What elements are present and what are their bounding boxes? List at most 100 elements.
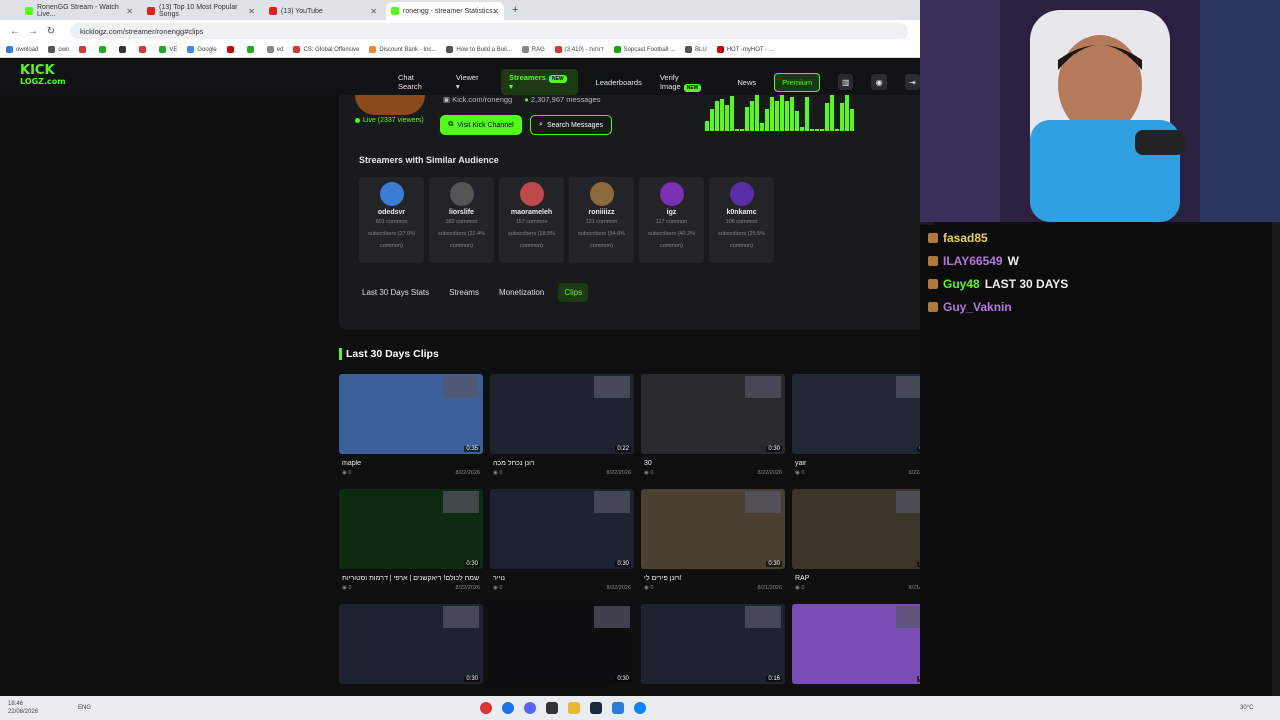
app-icon[interactable] xyxy=(612,702,624,714)
close-icon[interactable]: ✕ xyxy=(370,7,377,16)
edge-icon[interactable] xyxy=(634,702,646,714)
forward-icon[interactable]: → xyxy=(24,26,42,37)
chat-username: fasad85 xyxy=(943,231,988,245)
steam-icon[interactable] xyxy=(590,702,602,714)
bookmark-item[interactable]: RAG xyxy=(521,46,545,53)
clip-card[interactable]: 0:30 xyxy=(339,604,483,711)
bookmark-item[interactable] xyxy=(246,46,257,53)
sparkline-bar xyxy=(795,111,799,131)
clip-card[interactable]: 0:30 30 ◉ 0 8/22/2026 xyxy=(641,374,785,481)
bookmark-item[interactable]: own xyxy=(48,46,69,53)
channel-info: ▣ Kick.com/ronengg ● 2,307,967 messages xyxy=(443,95,600,104)
nav-leaderboards[interactable]: Leaderboards xyxy=(596,78,642,87)
browser-tab[interactable]: (13) Top 10 Most Popular Songs ✕ xyxy=(142,2,260,20)
nav-chat-search[interactable]: Chat Search xyxy=(398,73,438,91)
nav-news[interactable]: News xyxy=(737,78,756,87)
bookmark-item[interactable] xyxy=(139,46,149,53)
bookmark-item[interactable]: ownload xyxy=(6,46,38,53)
browser-tab[interactable]: (13) YouTube ✕ xyxy=(264,2,382,20)
clip-thumbnail[interactable]: 3:00 xyxy=(792,489,936,569)
folder-icon[interactable] xyxy=(568,702,580,714)
bookmark-item[interactable] xyxy=(79,46,89,53)
clip-card[interactable]: 0:16 xyxy=(792,604,936,711)
clip-card[interactable]: 0:30 רונן פירים לי! ◉ 0 8/21/2026 xyxy=(641,489,785,596)
bookmark-item[interactable]: How to Build a Buil... xyxy=(446,46,512,53)
login-icon[interactable]: ⇥ xyxy=(904,74,921,90)
clip-thumbnail[interactable]: 0:30 xyxy=(339,489,483,569)
url-input[interactable]: kicklogz.com/streamer/ronengg#clips xyxy=(70,23,908,39)
close-icon[interactable]: ✕ xyxy=(126,7,133,16)
clip-thumbnail[interactable]: 0:22 xyxy=(490,374,634,454)
clip-thumbnail[interactable]: 0:35 xyxy=(339,374,483,454)
language-indicator[interactable]: ENG xyxy=(78,705,91,711)
search-icon: ⌕ xyxy=(539,121,543,128)
bookmark-item[interactable]: VE xyxy=(159,46,177,53)
channel-link[interactable]: ▣ Kick.com/ronengg xyxy=(443,95,512,104)
clip-card[interactable]: 0:30 נוייר ◉ 0 8/22/2026 xyxy=(490,489,634,596)
clip-card[interactable]: 0:22 רונן נכחל מכה ◉ 0 8/22/2026 xyxy=(490,374,634,481)
tab-streams[interactable]: Streams xyxy=(443,283,485,302)
bookmark-item[interactable]: Google xyxy=(187,46,217,53)
visit-kick-channel-button[interactable]: ⧉ Visit Kick Channel xyxy=(440,115,522,135)
scrollbar[interactable] xyxy=(1272,222,1280,696)
close-icon[interactable]: ✕ xyxy=(248,7,255,16)
similar-streamer-card[interactable]: igz 117 common subscribers (40.2% common) xyxy=(639,177,704,263)
discord-taskbar-icon[interactable] xyxy=(524,702,536,714)
clip-card[interactable]: 0:16 xyxy=(641,604,785,711)
tab-monetization[interactable]: Monetization xyxy=(493,283,550,302)
clip-thumbnail[interactable]: 0:16 xyxy=(641,604,785,684)
app-icon[interactable] xyxy=(480,702,492,714)
favicon-icon xyxy=(269,7,277,15)
bookmark-item[interactable]: (3,410) - דוחות xyxy=(554,46,604,53)
bookmark-item[interactable] xyxy=(99,46,109,53)
nav-viewer[interactable]: Viewer ▾ xyxy=(456,73,483,91)
bookmark-item[interactable]: Discount Bank - Inc... xyxy=(369,46,436,53)
bookmark-item[interactable]: BLU xyxy=(685,46,707,53)
clip-card[interactable]: 0:35 maple ◉ 0 8/22/2026 xyxy=(339,374,483,481)
bookmark-item[interactable]: Sopcast Football ... xyxy=(613,46,675,53)
similar-streamer-card[interactable]: roniiiizz 131 common subscribers (34.6% c… xyxy=(569,177,634,263)
clip-thumbnail[interactable]: 0:30 xyxy=(490,604,634,684)
similar-streamer-card[interactable]: maorameleh 157 common subscribers (18.5% … xyxy=(499,177,564,263)
clip-thumbnail[interactable]: 0:30 xyxy=(339,604,483,684)
new-tab-icon[interactable]: + xyxy=(512,4,518,16)
discord-icon[interactable]: ◉ xyxy=(871,74,887,90)
browser-tab[interactable]: ronengg - streamer Statistics... ✕ xyxy=(386,2,504,20)
nav-streamers[interactable]: Streamers NEW ▾ xyxy=(501,69,578,95)
bookmark-item[interactable]: CS: Global Offensive xyxy=(293,46,359,53)
site-logo[interactable]: KICK LOGZ.com xyxy=(20,64,66,87)
bookmark-item[interactable] xyxy=(226,46,237,53)
clip-thumbnail[interactable]: 0:16 xyxy=(792,604,936,684)
clip-thumbnail[interactable]: 0:30 xyxy=(641,489,785,569)
reload-icon[interactable]: ↻ xyxy=(42,26,60,37)
similar-streamer-card[interactable]: k0nkamc 106 common subscribers (25.5% com… xyxy=(709,177,774,263)
clip-webcam-thumb xyxy=(443,606,479,628)
similar-streamer-card[interactable]: odedsvr 601 common subscribers (27.0% com… xyxy=(359,177,424,263)
obs-icon[interactable] xyxy=(546,702,558,714)
clip-card[interactable]: 3:00 RAP ◉ 08/21/2026 xyxy=(792,489,936,596)
bookmark-item[interactable]: ed xyxy=(266,46,283,53)
clip-card[interactable]: 0:30 xyxy=(490,604,634,711)
clip-thumbnail[interactable]: 0:30 xyxy=(490,489,634,569)
tab-last-30-days-stats[interactable]: Last 30 Days Stats xyxy=(356,283,435,302)
messages-count: ● 2,307,967 messages xyxy=(524,95,600,104)
clip-thumbnail[interactable]: 0:30 xyxy=(641,374,785,454)
close-icon[interactable]: ✕ xyxy=(492,7,499,16)
bookmark-item[interactable]: HOT -myHOT - ... xyxy=(716,46,774,53)
back-icon[interactable]: ← xyxy=(6,26,24,37)
similar-streamer-card[interactable]: liorslife 392 common subscribers (22.4% c… xyxy=(429,177,494,263)
bookmark-item[interactable] xyxy=(119,46,129,53)
browser-tab[interactable]: RonenGG Stream - Watch Live... ✕ xyxy=(20,2,138,20)
nav-verify-image[interactable]: Verify Image NEW xyxy=(660,73,720,92)
tab-clips[interactable]: Clips xyxy=(558,283,589,302)
clip-thumbnail[interactable]: 0:30 xyxy=(792,374,936,454)
clip-card[interactable]: 0:30 yair ◉ 08/22/2026 xyxy=(792,374,936,481)
similar-streamer-common: 131 common subscribers (34.6% common) xyxy=(577,219,626,249)
search-messages-button[interactable]: ⌕ Search Messages xyxy=(530,115,612,135)
sparkline-bar xyxy=(810,129,814,131)
clip-card[interactable]: 0:30 שישי שמח לכולם! ריאקשנים | ארפי | דר… xyxy=(339,489,483,596)
bookmark-icon xyxy=(119,46,127,53)
chrome-icon[interactable] xyxy=(502,702,514,714)
chart-icon[interactable]: ▥ xyxy=(838,74,854,90)
premium-button[interactable]: Premium xyxy=(774,72,821,92)
